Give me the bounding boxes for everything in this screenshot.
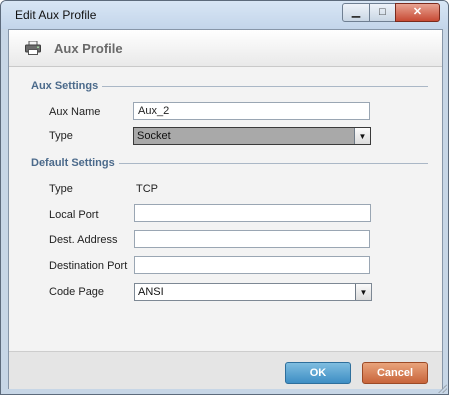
local-port-label: Local Port: [49, 209, 99, 221]
type-select-value: Socket: [137, 130, 171, 142]
default-type-value: TCP: [136, 183, 158, 195]
type-label: Type: [49, 130, 73, 142]
cancel-button[interactable]: Cancel: [362, 362, 428, 384]
profile-header: Aux Profile: [9, 30, 442, 67]
destination-port-label: Destination Port: [49, 260, 128, 272]
chevron-down-icon[interactable]: ▼: [355, 284, 371, 300]
close-button[interactable]: ✕: [395, 3, 440, 22]
maximize-icon: □: [379, 6, 386, 18]
aux-name-input[interactable]: [133, 102, 370, 120]
window-title: Edit Aux Profile: [15, 8, 97, 22]
edit-aux-profile-window: Edit Aux Profile ▁ □ ✕ Aux Profile Aux S…: [0, 0, 449, 395]
code-page-select-value: ANSI: [138, 286, 164, 298]
minimize-icon: ▁: [351, 6, 361, 18]
default-type-label: Type: [49, 183, 73, 195]
maximize-button[interactable]: □: [369, 3, 396, 22]
dest-address-input[interactable]: [134, 230, 370, 248]
dialog-footer: OK Cancel: [9, 351, 442, 389]
type-select[interactable]: Socket ▼: [133, 127, 371, 145]
default-settings-section-title: Default Settings: [31, 157, 115, 169]
destination-port-input[interactable]: [134, 256, 370, 274]
profile-title: Aux Profile: [54, 41, 123, 56]
resize-grip-icon[interactable]: [437, 383, 447, 393]
ok-button[interactable]: OK: [285, 362, 351, 384]
code-page-label: Code Page: [49, 286, 105, 298]
settings-form: Aux Settings Aux Name Type Socket ▼ Defa…: [9, 67, 442, 351]
close-icon: ✕: [412, 6, 423, 18]
chevron-down-icon[interactable]: ▼: [354, 128, 370, 144]
aux-name-label: Aux Name: [49, 106, 101, 118]
code-page-select[interactable]: ANSI ▼: [134, 283, 372, 301]
aux-settings-divider: [102, 86, 428, 87]
title-bar[interactable]: Edit Aux Profile ▁ □ ✕: [1, 1, 448, 29]
dialog-client-area: Aux Profile Aux Settings Aux Name Type S…: [8, 29, 443, 389]
local-port-input[interactable]: [134, 204, 371, 222]
minimize-button[interactable]: ▁: [342, 3, 370, 22]
printer-icon: [25, 41, 41, 55]
aux-settings-section-title: Aux Settings: [31, 80, 99, 92]
dest-address-label: Dest. Address: [49, 234, 118, 246]
default-settings-divider: [119, 163, 428, 164]
